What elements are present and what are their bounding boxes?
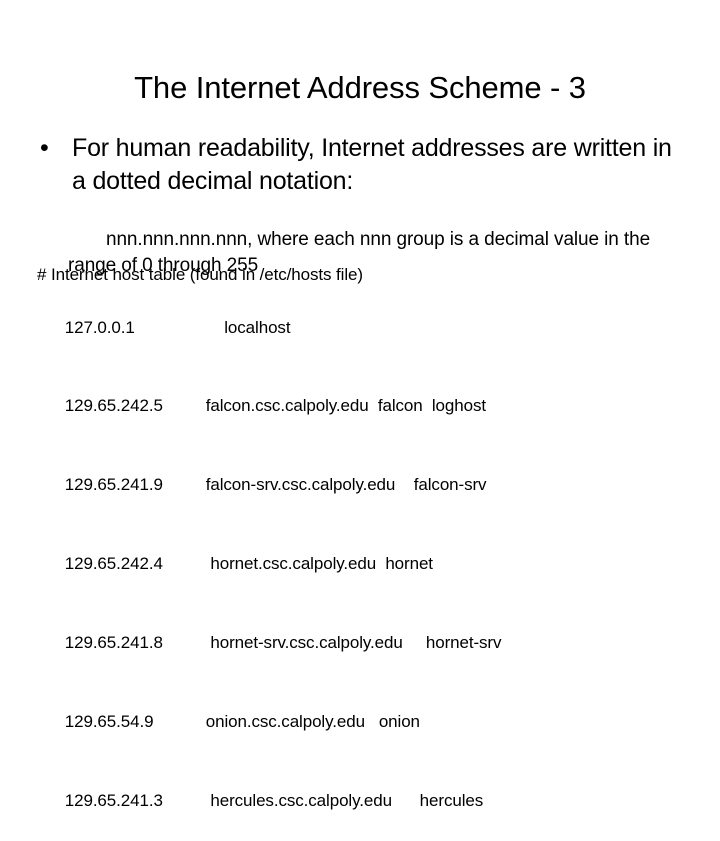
host-table-comment: # Internet host table (found in /etc/hos… [37,265,363,284]
host-alias: onion [378,712,420,732]
host-name-pad [206,318,225,337]
table-row: 129.65.241.9 falcon-srv.csc.calpoly.edu f… [37,446,697,525]
host-alias-pad [376,554,385,573]
host-table: # Internet host table (found in /etc/hos… [37,262,697,841]
host-ip: 129.65.241.3 [64,790,163,810]
host-alias-pad [395,475,414,494]
host-alias: falcon loghost [377,396,486,416]
host-name: hornet.csc.calpoly.edu [210,554,377,574]
host-ip: 129.65.54.9 [64,712,154,732]
table-row: 129.65.242.5 falcon.csc.calpoly.edu falco… [37,367,697,446]
table-row: 129.65.242.4 hornet.csc.calpoly.edu horn… [37,525,697,604]
host-alias: hornet [385,554,433,574]
host-name: localhost [224,317,291,337]
host-ip: 129.65.241.9 [64,475,163,495]
host-alias-pad [369,396,378,415]
bullet-list: • For human readability, Internet addres… [32,132,682,198]
host-name: hornet-srv.csc.calpoly.edu [210,633,403,653]
host-alias: hornet-srv [425,633,502,653]
table-row: 127.0.0.1 localhost [37,288,697,367]
host-name: onion.csc.calpoly.edu [205,712,365,732]
table-row: 129.65.241.3 hercules.csc.calpoly.edu he… [37,762,697,841]
host-name: falcon-srv.csc.calpoly.edu [205,475,396,495]
host-ip: 129.65.242.5 [64,396,163,416]
bullet-point-icon: • [40,134,49,162]
host-alias: falcon-srv [413,475,487,495]
slide: The Internet Address Scheme - 3 • For hu… [0,0,720,810]
host-alias-pad [403,633,426,652]
host-ip: 129.65.241.8 [64,633,163,653]
host-ip: 129.65.242.4 [64,554,163,574]
table-row: 129.65.54.9 onion.csc.calpoly.edu onion [37,683,697,762]
host-alias-pad [365,712,379,731]
host-ip: 127.0.0.1 [64,317,135,337]
host-name: falcon.csc.calpoly.edu [205,396,369,416]
bullet-item-label: For human readability, Internet addresse… [72,134,672,195]
host-alias: hercules [419,790,484,810]
bullet-item: • For human readability, Internet addres… [32,132,682,198]
page-title: The Internet Address Scheme - 3 [134,69,586,105]
host-alias-pad [392,791,420,810]
host-name: hercules.csc.calpoly.edu [210,790,392,810]
table-row: 129.65.241.8 hornet-srv.csc.calpoly.edu … [37,604,697,683]
